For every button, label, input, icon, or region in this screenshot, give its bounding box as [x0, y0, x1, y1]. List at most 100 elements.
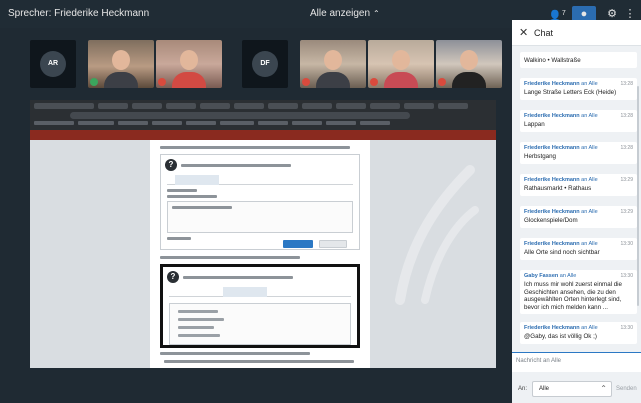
person-body — [384, 72, 418, 88]
message-time: 13:28 — [620, 113, 633, 119]
message-recipient: an Alle — [581, 209, 598, 215]
browser-tab — [370, 103, 400, 109]
browser-tab — [98, 103, 128, 109]
chat-input-placeholder: Nachricht an Alle — [516, 358, 562, 364]
participant-tile[interactable]: AR — [30, 40, 76, 88]
message-header: Friederike Heckmann an Alle — [524, 209, 633, 215]
message-sender: Friederike Heckmann — [524, 325, 580, 331]
message-text: Ich muss mir wohl zuerst einmal die Gesc… — [524, 281, 622, 311]
active-speaker-label: Sprecher: Friederike Heckmann — [8, 8, 150, 19]
doc-text-line — [178, 318, 224, 321]
message-sender: Friederike Heckmann — [524, 113, 580, 119]
bookmark — [152, 121, 182, 125]
message-recipient: an Alle — [581, 241, 598, 247]
chat-message: Friederike Heckmann an Alle 13:29 Glocke… — [520, 206, 637, 228]
shared-site-header — [30, 130, 496, 140]
chat-message: Friederike Heckmann an Alle 13:29 Rathau… — [520, 174, 637, 196]
view-mode-selector[interactable]: Alle anzeigen ⌃ — [310, 8, 380, 19]
message-text: Walkino • Wallstraße — [524, 57, 581, 64]
doc-text-line — [164, 360, 354, 363]
browser-tab — [438, 103, 468, 109]
person-head — [460, 50, 478, 70]
chat-message: Gaby Fassen an Alle 13:30 Ich muss mir w… — [520, 270, 637, 314]
recipient-value: Alle — [539, 386, 550, 392]
chat-message-input[interactable]: Nachricht an Alle — [512, 352, 641, 372]
more-icon: ⋮ — [624, 8, 636, 20]
message-text: Lappan — [524, 121, 545, 128]
chat-header: ✕ Chat — [512, 20, 641, 46]
message-sender: Friederike Heckmann — [524, 81, 580, 87]
message-recipient: an Alle — [581, 145, 598, 151]
doc-text-line — [178, 334, 220, 337]
shared-document: ? ? — [150, 140, 370, 368]
message-header: Friederike Heckmann an Alle — [524, 81, 633, 87]
browser-tabs — [34, 103, 492, 111]
participant-tile[interactable]: DF — [242, 40, 288, 88]
participant-video[interactable] — [88, 40, 154, 88]
bookmark — [78, 121, 114, 125]
bookmark — [34, 121, 74, 125]
participant-video[interactable] — [436, 40, 502, 88]
doc-text-line — [167, 189, 197, 192]
browser-tab — [132, 103, 162, 109]
chat-scrollbar[interactable] — [637, 86, 639, 306]
bookmark — [360, 121, 390, 125]
message-time: 13:30 — [620, 325, 633, 331]
message-time: 13:30 — [620, 273, 633, 279]
quiz-answer-list — [169, 303, 351, 345]
quiz-cancel-button — [319, 240, 347, 248]
tab-selected — [175, 175, 219, 185]
chat-icon: ● — [580, 8, 588, 20]
message-time: 13:28 — [620, 81, 633, 87]
browser-tab — [268, 103, 298, 109]
message-sender: Friederike Heckmann — [524, 145, 580, 151]
message-time: 13:29 — [620, 177, 633, 183]
browser-tab — [336, 103, 366, 109]
person-head — [324, 50, 342, 70]
microphone-icon — [370, 78, 378, 86]
message-sender: Friederike Heckmann — [524, 177, 580, 183]
question-icon: ? — [167, 271, 179, 283]
message-sender: Friederike Heckmann — [524, 209, 580, 215]
recipient-select[interactable]: Alle ⌃ — [532, 381, 612, 397]
chat-panel: ✕ Chat Walkino • Wallstraße Friederike H… — [512, 20, 641, 403]
quiz-tabs — [167, 175, 353, 185]
browser-tab — [200, 103, 230, 109]
participant-video[interactable] — [368, 40, 434, 88]
chevron-down-icon: ⌃ — [600, 384, 607, 393]
chat-message: Friederike Heckmann an Alle 13:30 Alle O… — [520, 238, 637, 260]
close-icon[interactable]: ✕ — [519, 26, 528, 39]
bookmark — [118, 121, 148, 125]
person-head — [392, 50, 410, 70]
chat-message: Friederike Heckmann an Alle 13:28 Herbst… — [520, 142, 637, 164]
shared-browser-toolbar — [30, 100, 496, 130]
video-strip: AR DF — [0, 28, 512, 92]
chat-message: Friederike Heckmann an Alle 13:28 Lange … — [520, 78, 637, 100]
doc-text-line — [167, 237, 191, 240]
message-recipient: an Alle — [581, 113, 598, 119]
doc-text-line — [183, 276, 293, 279]
message-recipient: an Alle — [559, 273, 577, 279]
tab-selected — [223, 287, 267, 297]
message-header: Friederike Heckmann an Alle — [524, 145, 633, 151]
shared-screen[interactable]: ? ? — [30, 100, 496, 368]
browser-tab — [34, 103, 94, 109]
chat-message: Friederike Heckmann an Alle 13:30 @Gaby,… — [520, 322, 637, 344]
bookmark — [186, 121, 216, 125]
watermark-logo-icon — [395, 165, 479, 305]
browser-tab — [404, 103, 434, 109]
doc-text-line — [167, 195, 217, 198]
doc-text-line — [181, 164, 291, 167]
message-text: Glockenspiele/Dom — [524, 217, 578, 224]
doc-text-line — [172, 206, 232, 209]
quiz-panel: ? — [160, 154, 360, 250]
doc-text-line — [160, 146, 350, 149]
microphone-icon — [158, 78, 166, 86]
doc-text-line — [178, 310, 218, 313]
participant-video[interactable] — [156, 40, 222, 88]
send-button[interactable]: Senden — [616, 381, 640, 397]
participant-video[interactable] — [300, 40, 366, 88]
message-header: Friederike Heckmann an Alle — [524, 113, 633, 119]
chat-message-list[interactable]: Walkino • Wallstraße Friederike Heckmann… — [512, 46, 641, 350]
microphone-icon — [302, 78, 310, 86]
